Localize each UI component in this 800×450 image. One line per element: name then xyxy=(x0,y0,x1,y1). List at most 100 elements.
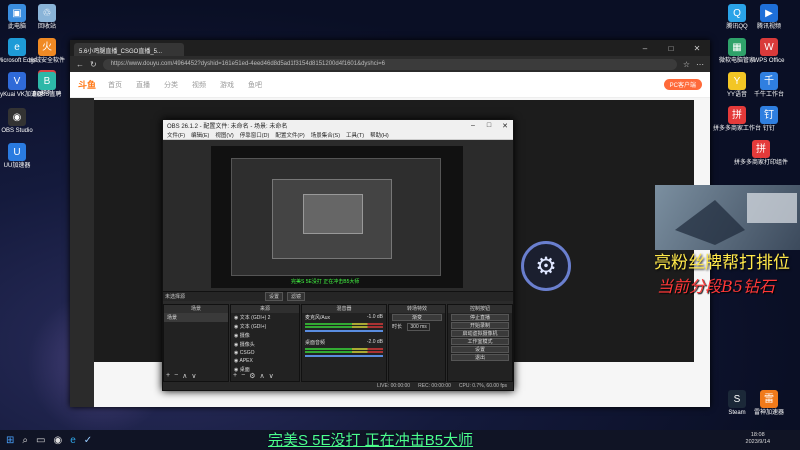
desktop-icon[interactable]: 千千牛工作台 xyxy=(742,72,796,99)
obs-menu-item[interactable]: 工具(T) xyxy=(346,131,364,139)
obs-maximize-button[interactable]: □ xyxy=(481,122,497,130)
desktop-icon-label: 千牛工作台 xyxy=(753,92,784,98)
desktop-icon[interactable]: ▶ 腾讯视频 xyxy=(742,4,796,31)
source-item[interactable]: ◉ 文本 (GDI+) xyxy=(231,322,299,331)
control-button[interactable]: 停止直播 xyxy=(451,314,509,321)
source-item[interactable]: ◉ 摄像头 xyxy=(231,340,299,349)
pc-client-button[interactable]: PC客户端 xyxy=(663,79,702,90)
site-nav-item[interactable]: 游戏 xyxy=(220,80,234,90)
mixer-channel: 麦克风/Aux -1.0 dB xyxy=(302,313,386,332)
sources-footer: + − ⚙ ∧ ∨ xyxy=(233,372,274,380)
volume-slider[interactable] xyxy=(305,355,383,357)
minimize-button[interactable]: – xyxy=(632,44,658,53)
remove-icon[interactable]: − xyxy=(174,372,178,380)
obs-menu-item[interactable]: 编辑(E) xyxy=(191,131,209,139)
source-label: APEX xyxy=(239,358,253,364)
mixer-channel-db: -1.0 dB xyxy=(366,314,383,320)
obs-taskbar-icon[interactable]: ◉ xyxy=(53,435,62,446)
obs-menu-item[interactable]: 帮助(H) xyxy=(370,131,389,139)
duration-value[interactable]: 300 ms xyxy=(407,323,430,331)
site-nav-item[interactable]: 视频 xyxy=(192,80,206,90)
desktop-icon[interactable]: ♲ 回收站 xyxy=(20,4,74,31)
rec-status: REC: 00:00:00 xyxy=(418,383,451,389)
obs-menu-item[interactable]: 停靠窗口(D) xyxy=(240,131,270,139)
star-icon[interactable]: ☆ xyxy=(683,60,690,69)
site-nav-item[interactable]: 分类 xyxy=(164,80,178,90)
up-icon[interactable]: ∧ xyxy=(182,372,187,380)
uu加速器-icon: U xyxy=(8,143,26,161)
more-icon[interactable]: ⋯ xyxy=(696,60,704,69)
preview-nested-screen-3 xyxy=(303,194,363,234)
control-button[interactable]: 开始录制 xyxy=(451,322,509,329)
add-icon[interactable]: + xyxy=(166,372,170,380)
desktop-icon-label: OBS Studio xyxy=(1,128,33,134)
desktop-icon[interactable]: 拼拼多多商家打印组件 xyxy=(734,140,788,167)
desktop-icon-label: BOSS直聘 xyxy=(32,92,62,98)
down-icon[interactable]: ∨ xyxy=(269,372,274,380)
obs-menu-item[interactable]: 文件(F) xyxy=(167,131,185,139)
control-button[interactable]: 工作室模式 xyxy=(451,338,509,345)
check-taskbar-icon[interactable]: ✓ xyxy=(84,435,92,446)
down-icon[interactable]: ∨ xyxy=(191,372,196,380)
taskbar-clock[interactable]: 18:08 2023/9/14 xyxy=(746,432,770,446)
desktop-icon[interactable]: 雷雷神加速器 xyxy=(742,390,796,417)
boss直聘-icon: B xyxy=(38,72,56,90)
obs-preview[interactable]: 完美S 5E没打 正在冲击B5大师 xyxy=(211,146,463,288)
refresh-icon[interactable]: ↻ xyxy=(90,60,97,69)
control-button[interactable]: 退出 xyxy=(451,354,509,361)
preview-nested-screen-2 xyxy=(272,179,392,259)
source-label: 文本 (GDI+) xyxy=(239,324,267,330)
maximize-button[interactable]: □ xyxy=(658,44,684,53)
desktop-icon[interactable]: W WPS Office xyxy=(742,38,796,65)
site-nav-item[interactable]: 鱼吧 xyxy=(248,80,262,90)
remove-icon[interactable]: − xyxy=(241,372,245,380)
volume-meter xyxy=(305,326,383,328)
source-label: 文本 (GDI+) 2 xyxy=(239,315,271,321)
obs-window[interactable]: OBS 26.1.2 - 配置文件: 未命名 - 场景: 未命名 – □ ✕ 文… xyxy=(162,119,514,391)
site-nav-item[interactable]: 首页 xyxy=(108,80,122,90)
obs-minimize-button[interactable]: – xyxy=(465,122,481,130)
site-header: 斗鱼 首页 直播 分类 视频 游戏 鱼吧 PC客户端 xyxy=(70,72,710,98)
browser-tab[interactable]: 5.6小鸡腿直播_CSGO直播_5... xyxy=(74,43,184,56)
obs-menu-item[interactable]: 视图(V) xyxy=(215,131,233,139)
desktop-icon-label: 腾讯视频 xyxy=(756,24,781,30)
properties-button[interactable]: 设置 xyxy=(265,292,284,301)
up-icon[interactable]: ∧ xyxy=(259,372,264,380)
add-icon[interactable]: + xyxy=(233,372,237,380)
close-button[interactable]: ✕ xyxy=(684,44,710,53)
browser-tabbar: 5.6小鸡腿直播_CSGO直播_5... – □ ✕ xyxy=(70,40,710,56)
search-icon[interactable]: ⌕ xyxy=(22,435,28,446)
desktop-icon[interactable]: ◉ OBS Studio xyxy=(0,108,44,135)
window-controls: – □ ✕ xyxy=(632,44,710,53)
scene-item[interactable]: 场景 xyxy=(164,313,228,322)
filters-button[interactable]: 滤镜 xyxy=(287,292,306,301)
transition-select[interactable]: 渐变 xyxy=(392,314,442,321)
scenes-header: 场景 xyxy=(164,305,228,313)
control-button[interactable]: 设置 xyxy=(451,346,509,353)
source-label: 摄像头 xyxy=(239,342,255,348)
source-item[interactable]: ◉ 摄像 xyxy=(231,331,299,340)
site-logo[interactable]: 斗鱼 xyxy=(78,78,96,91)
site-nav-item[interactable]: 直播 xyxy=(136,80,150,90)
gear-icon[interactable]: ⚙ xyxy=(249,372,255,380)
address-bar[interactable]: https://www.douyu.com/4964452?dyshid=161… xyxy=(102,58,677,70)
volume-slider[interactable] xyxy=(305,330,383,332)
desktop-icon[interactable]: U UU加速器 xyxy=(0,143,44,170)
edge-taskbar-icon[interactable]: e xyxy=(70,435,76,446)
desktop-icon[interactable]: 钉钉钉 xyxy=(742,106,796,133)
回收站-icon: ♲ xyxy=(38,4,56,22)
back-icon[interactable]: ← xyxy=(76,60,84,69)
obs-titlebar: OBS 26.1.2 - 配置文件: 未命名 - 场景: 未命名 – □ ✕ xyxy=(163,120,513,131)
desktop-icon[interactable]: 火火绒安全软件 xyxy=(20,38,74,65)
obs-menu-item[interactable]: 场景集合(S) xyxy=(311,131,340,139)
control-button[interactable]: 启动虚拟摄像机 xyxy=(451,330,509,337)
desktop-icon[interactable]: B BOSS直聘 xyxy=(20,72,74,99)
obs-close-button[interactable]: ✕ xyxy=(497,122,513,130)
source-item[interactable]: ◉ 文本 (GDI+) 2 xyxy=(231,313,299,322)
mixer-header: 混音器 xyxy=(302,305,386,313)
source-item[interactable]: ◉ APEX xyxy=(231,357,299,365)
source-item[interactable]: ◉ CSGO xyxy=(231,349,299,357)
task-view-icon[interactable]: ▭ xyxy=(36,435,45,446)
obs-menu-item[interactable]: 配置文件(P) xyxy=(275,131,304,139)
start-button[interactable]: ⊞ xyxy=(6,435,14,446)
